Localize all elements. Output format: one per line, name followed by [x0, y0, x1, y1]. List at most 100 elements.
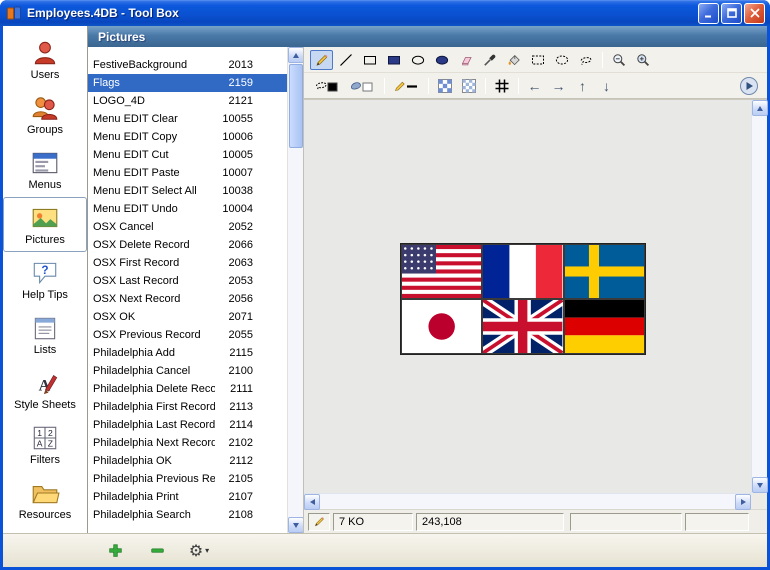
- minimize-button[interactable]: [698, 2, 719, 24]
- sidebar-item-groups[interactable]: Groups: [3, 87, 87, 142]
- titlebar[interactable]: Employees.4DB - Tool Box: [0, 0, 770, 26]
- arrow-right-button[interactable]: →: [547, 76, 570, 96]
- scroll-left-button[interactable]: [304, 494, 320, 510]
- zoom-in-button[interactable]: [631, 50, 654, 70]
- app-icon: [6, 5, 22, 21]
- pencil-icon: [313, 515, 326, 528]
- list-item[interactable]: OSX First Record 2063: [88, 254, 287, 272]
- arrow-down-icon: ↓: [603, 77, 610, 94]
- image-size-value: 7 KO: [339, 515, 365, 528]
- list-item[interactable]: Philadelphia Cancel 2100: [88, 362, 287, 380]
- arrow-down-button[interactable]: ↓: [595, 76, 618, 96]
- pencil-button[interactable]: [310, 49, 333, 70]
- list-item[interactable]: Menu EDIT Copy 10006: [88, 128, 287, 146]
- sidebar-item-resources[interactable]: Resources: [3, 472, 87, 527]
- marquee-rect-button[interactable]: [526, 50, 549, 70]
- ellipse-button[interactable]: [406, 50, 429, 70]
- arrow-left-button[interactable]: ←: [523, 76, 546, 96]
- list-scrollbar[interactable]: [287, 47, 304, 533]
- scroll-up-button[interactable]: [288, 47, 304, 63]
- list-item[interactable]: OSX OK 2071: [88, 308, 287, 326]
- list-item[interactable]: OSX Cancel 2052: [88, 218, 287, 236]
- mosaic-button[interactable]: [433, 76, 456, 96]
- grid-crosshair-button[interactable]: [490, 76, 513, 96]
- paint-bucket-button[interactable]: [502, 50, 525, 70]
- line-width-button[interactable]: [389, 76, 423, 96]
- maximize-icon: [726, 7, 738, 19]
- list-item[interactable]: Philadelphia OK 2112: [88, 452, 287, 470]
- picture-id: 2071: [228, 311, 253, 323]
- list-item[interactable]: OSX Delete Record 2066: [88, 236, 287, 254]
- list-item[interactable]: Menu EDIT Undo 10004: [88, 200, 287, 218]
- menus-icon: [30, 148, 60, 178]
- canvas-horizontal-scrollbar[interactable]: [304, 493, 751, 510]
- list-item[interactable]: Philadelphia Add 2115: [88, 344, 287, 362]
- sidebar-item-style-sheets[interactable]: A Style Sheets: [3, 362, 87, 417]
- picture-id: 2066: [228, 239, 253, 251]
- picture-name: Philadelphia Last Record: [93, 419, 215, 431]
- mosaic-icon: [437, 78, 453, 94]
- up-triangle-icon: [293, 52, 299, 58]
- flag-germany: [563, 299, 645, 354]
- rectangle-button[interactable]: [358, 50, 381, 70]
- line-button[interactable]: [334, 50, 357, 70]
- scrollbar-thumb[interactable]: [289, 64, 303, 148]
- list-item[interactable]: FestiveBackground 2013: [88, 56, 287, 74]
- list-item[interactable]: Philadelphia Previous Record 2105: [88, 470, 287, 488]
- filled-ellipse-button[interactable]: [430, 50, 453, 70]
- scroll-up-button[interactable]: [752, 100, 768, 116]
- titlebar-buttons: [696, 2, 765, 24]
- canvas-vertical-scrollbar[interactable]: [751, 100, 768, 493]
- sidebar-item-pictures[interactable]: Pictures: [3, 197, 87, 252]
- list-item[interactable]: Flags 2159: [88, 74, 287, 92]
- mosaic-dense-button[interactable]: [457, 76, 480, 96]
- zoom-out-button[interactable]: [607, 50, 630, 70]
- eraser-icon: [458, 52, 474, 68]
- scroll-right-button[interactable]: [735, 494, 751, 510]
- list-item[interactable]: Philadelphia Delete Record 2111: [88, 380, 287, 398]
- list-item[interactable]: Menu EDIT Paste 10007: [88, 164, 287, 182]
- flag-uk: [482, 299, 564, 354]
- gear-button[interactable]: ⚙ ▾: [187, 539, 211, 563]
- list-item[interactable]: OSX Previous Record 2055: [88, 326, 287, 344]
- sidebar-item-help-tips[interactable]: ? Help Tips: [3, 252, 87, 307]
- marquee-oval-button[interactable]: [550, 50, 573, 70]
- scrollbar-corner: [751, 493, 767, 509]
- eyedropper-button[interactable]: [478, 50, 501, 70]
- fill-pattern-button[interactable]: [345, 76, 379, 96]
- sidebar-item-lists[interactable]: Lists: [3, 307, 87, 362]
- sidebar-item-filters[interactable]: 1 2 A Z Filters: [3, 417, 87, 472]
- list-item[interactable]: LOGO_4D 2121: [88, 92, 287, 110]
- list-item[interactable]: Menu EDIT Select All 10038: [88, 182, 287, 200]
- list-item[interactable]: Philadelphia Print 2107: [88, 488, 287, 506]
- lasso-button[interactable]: [574, 50, 597, 70]
- close-button[interactable]: [744, 2, 765, 24]
- drawing-canvas[interactable]: [304, 100, 751, 493]
- picture-name: FestiveBackground: [93, 59, 188, 71]
- list-item[interactable]: OSX Last Record 2053: [88, 272, 287, 290]
- foreground-color-button[interactable]: [310, 76, 344, 96]
- svg-text:1: 1: [37, 428, 42, 438]
- list-item[interactable]: Menu EDIT Clear 10055: [88, 110, 287, 128]
- add-button[interactable]: [103, 539, 127, 563]
- sidebar-item-menus[interactable]: Menus: [3, 142, 87, 197]
- arrow-up-button[interactable]: ↑: [571, 76, 594, 96]
- eraser-button[interactable]: [454, 50, 477, 70]
- list-item[interactable]: OSX Next Record 2056: [88, 290, 287, 308]
- list-item[interactable]: Philadelphia Search 2108: [88, 506, 287, 524]
- list-item[interactable]: Philadelphia First Record 2113: [88, 398, 287, 416]
- filled-rectangle-button[interactable]: [382, 50, 405, 70]
- sidebar-item-users[interactable]: Users: [3, 32, 87, 87]
- go-button[interactable]: [738, 75, 759, 96]
- scroll-track[interactable]: [288, 149, 303, 517]
- svg-text:A: A: [37, 439, 43, 449]
- users-icon: [30, 38, 60, 68]
- list-item[interactable]: Philadelphia Last Record 2114: [88, 416, 287, 434]
- remove-button[interactable]: [145, 539, 169, 563]
- maximize-button[interactable]: [721, 2, 742, 24]
- list-item[interactable]: Menu EDIT Cut 10005: [88, 146, 287, 164]
- scroll-down-button[interactable]: [752, 477, 768, 493]
- scroll-down-button[interactable]: [288, 517, 304, 533]
- sidebar-item-label: Filters: [30, 454, 60, 466]
- list-item[interactable]: Philadelphia Next Record 2102: [88, 434, 287, 452]
